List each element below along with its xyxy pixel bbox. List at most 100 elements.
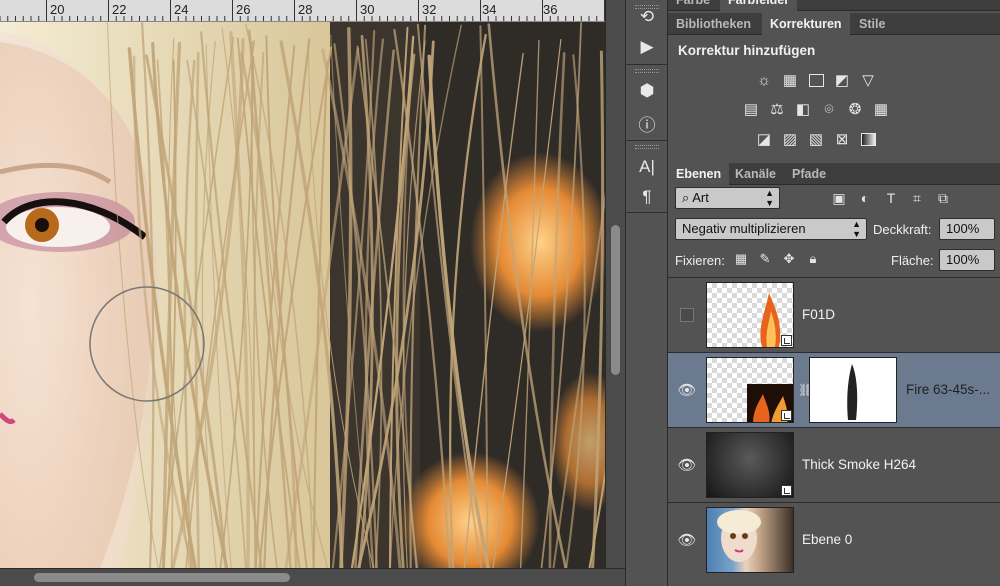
fill-label: Fläche: [891, 253, 934, 268]
mask-link-icon[interactable]: ⛓ [798, 383, 813, 399]
tab-kanaele[interactable]: Kanäle [727, 163, 784, 185]
character-icon[interactable]: A| [635, 156, 659, 178]
color-tabbar: Farbe Farbfelder [668, 0, 1000, 11]
ruler-label: 36 [543, 2, 558, 17]
layer-name[interactable]: Ebene 0 [802, 532, 852, 547]
3d-cube-icon[interactable]: ⬢ [635, 80, 659, 102]
tab-ebenen[interactable]: Ebenen [668, 163, 730, 185]
mask-art [847, 364, 858, 420]
smart-object-badge [781, 335, 792, 346]
strip-grip[interactable] [635, 69, 659, 73]
tab-farbfelder[interactable]: Farbfelder [720, 0, 798, 11]
ruler-label: 34 [482, 2, 497, 17]
fill-input[interactable]: 100% [939, 249, 995, 271]
lock-all-icon[interactable]: 🔒︎ [806, 251, 820, 266]
layer-thumbnail [706, 432, 794, 498]
filter-smart-object-icon[interactable]: ⧉ [934, 190, 952, 206]
invert-icon[interactable]: ◪ [755, 131, 773, 148]
horizontal-scrollbar[interactable] [0, 568, 625, 586]
vertical-scrollbar[interactable] [605, 0, 625, 568]
filter-type-icon[interactable]: T [882, 190, 900, 206]
ruler-label: 24 [174, 2, 189, 17]
opacity-label: Deckkraft: [873, 222, 932, 237]
tab-korrekturen[interactable]: Korrekturen [762, 13, 850, 35]
corrections-tabbar: Bibliotheken Korrekturen Stile [668, 13, 1000, 35]
fill-value: 100% [946, 252, 980, 267]
info-icon[interactable]: ⓘ [635, 112, 659, 135]
lock-brush-icon[interactable]: ✎ [758, 251, 772, 266]
blend-mode-select[interactable]: Negativ multiplizieren ▲ ▼ [675, 218, 867, 240]
blend-mode-value: Negativ multiplizieren [682, 221, 806, 236]
document-canvas[interactable] [0, 22, 605, 568]
opacity-input[interactable]: 100% [939, 218, 995, 240]
ruler-label: 28 [298, 2, 313, 17]
history-icon[interactable]: ⟲ [635, 6, 659, 28]
eye-icon[interactable]: 👁︎ [677, 381, 696, 399]
smart-object-badge [781, 485, 792, 496]
tab-farbe[interactable]: Farbe [668, 0, 718, 11]
posterize-icon[interactable]: ▨ [781, 131, 799, 148]
eye-icon[interactable]: 👁︎ [677, 456, 696, 474]
ruler-label: 22 [112, 2, 127, 17]
filter-pixel-icon[interactable]: ▣ [830, 190, 848, 206]
color-balance-icon[interactable]: ⚖ [768, 101, 786, 118]
actions-play-icon[interactable]: ▶ [635, 36, 659, 58]
tab-pfade[interactable]: Pfade [784, 163, 834, 185]
lock-transparency-icon[interactable]: ▦ [734, 251, 748, 266]
horizontal-scroll-thumb[interactable] [34, 573, 290, 582]
horizontal-ruler: 20 22 24 26 28 30 32 34 36 [0, 0, 605, 22]
hue-saturation-icon[interactable]: ▤ [742, 101, 760, 118]
layer-filter-value: Art [692, 190, 709, 205]
strip-separator [626, 140, 669, 141]
lock-label: Fixieren: [675, 253, 725, 268]
pupil [35, 218, 49, 232]
color-lookup-icon[interactable]: ▦ [872, 101, 890, 118]
ruler-label: 26 [236, 2, 251, 17]
smart-object-badge [781, 410, 792, 421]
filter-adjustment-icon[interactable]: ◐ [856, 190, 874, 206]
exposure-icon[interactable]: ◩ [833, 72, 851, 89]
layer-name[interactable]: Thick Smoke H264 [802, 457, 916, 472]
vertical-scroll-thumb[interactable] [611, 225, 620, 375]
layer-thumbnail [706, 357, 794, 423]
black-white-icon[interactable]: ◧ [794, 101, 812, 118]
layer-row[interactable]: 👁︎ Ebene 0 [668, 502, 1000, 577]
select-arrows-icon: ▲ ▼ [765, 188, 774, 208]
paragraph-icon[interactable]: ¶ [635, 186, 659, 208]
ruler-label: 32 [422, 2, 437, 17]
lock-move-icon[interactable]: ✥ [782, 251, 796, 266]
layer-row-selected[interactable]: 👁︎ ⛓ Fire 63-45s-... [668, 352, 1000, 427]
layer-filter-select[interactable]: ⌕ Art ▲ ▼ [675, 187, 780, 209]
levels-icon[interactable]: ▦ [781, 72, 799, 89]
right-panels: Farbe Farbfelder Bibliotheken Korrekture… [668, 0, 1000, 586]
strip-grip[interactable] [635, 145, 659, 149]
canvas-artwork [0, 22, 605, 568]
select-arrows-icon: ▲ ▼ [852, 219, 861, 239]
visibility-toggle-off[interactable] [680, 308, 694, 322]
panel-icon-strip: ⟲ ▶ ⬢ ⓘ A| ¶ [625, 0, 669, 586]
strip-separator [626, 64, 669, 65]
layer-name[interactable]: F01D [802, 307, 835, 322]
selective-color-icon[interactable]: ⊠ [833, 131, 851, 148]
threshold-icon[interactable]: ▧ [807, 131, 825, 148]
eye-icon[interactable]: 👁︎ [677, 531, 696, 549]
filter-shape-icon[interactable]: ⌗ [908, 190, 926, 206]
layer-row[interactable]: 👁︎ Thick Smoke H264 [668, 427, 1000, 502]
layer-thumbnail [706, 282, 794, 348]
layers-tabbar: Ebenen Kanäle Pfade [668, 163, 1000, 185]
ruler-label: 20 [50, 2, 65, 17]
tab-bibliotheken[interactable]: Bibliotheken [668, 13, 759, 35]
portrait-thumbnail-art [717, 510, 761, 562]
curves-icon[interactable] [807, 72, 825, 88]
strip-separator [626, 212, 669, 213]
layer-mask-thumbnail[interactable] [809, 357, 897, 423]
ruler-label: 30 [360, 2, 375, 17]
vibrance-icon[interactable]: ▽ [859, 72, 877, 89]
layer-name[interactable]: Fire 63-45s-... [906, 382, 990, 397]
brightness-icon[interactable]: ☼ [755, 72, 773, 89]
gradient-map-icon[interactable] [859, 131, 877, 147]
layer-row[interactable]: F01D [668, 277, 1000, 352]
tab-stile[interactable]: Stile [851, 13, 893, 35]
channel-mixer-icon[interactable]: ❂ [846, 101, 864, 118]
photo-filter-icon[interactable]: ⌾ [820, 101, 838, 118]
